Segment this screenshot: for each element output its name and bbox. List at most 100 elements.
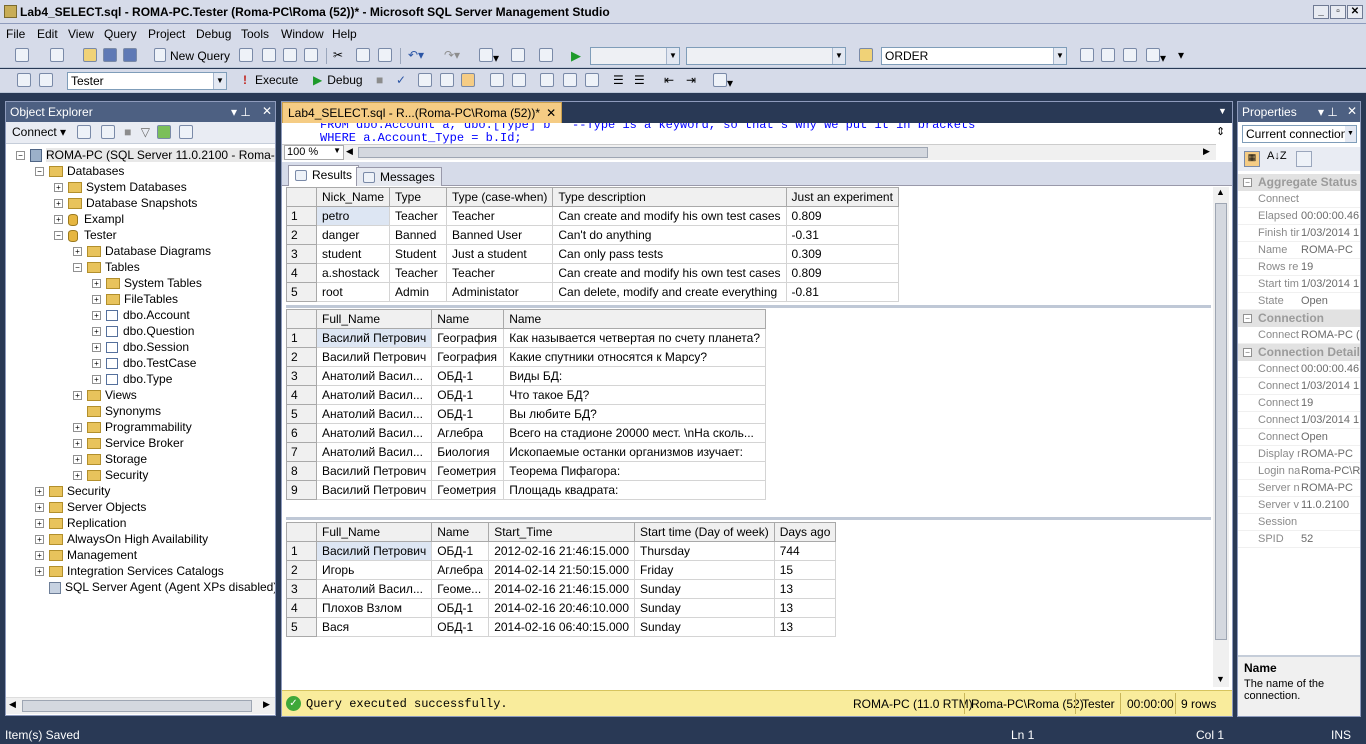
table-cell[interactable]: Teacher: [389, 263, 448, 283]
decrease-indent-icon[interactable]: ⇤: [664, 73, 674, 89]
table-cell[interactable]: root: [315, 282, 391, 302]
table-cell[interactable]: Teacher: [389, 206, 448, 226]
row-number[interactable]: 2: [286, 225, 317, 245]
expand-icon[interactable]: +: [35, 551, 44, 561]
property-row[interactable]: Connect 19: [1238, 395, 1360, 412]
find-combo[interactable]: ORDER ▼: [881, 47, 1067, 65]
table-cell[interactable]: Василий Петрович: [315, 461, 433, 481]
paste-icon[interactable]: [378, 48, 392, 64]
table-cell[interactable]: 13: [773, 579, 837, 599]
stop-icon[interactable]: ■: [124, 125, 131, 139]
solution-platform-combo[interactable]: ▼: [686, 47, 846, 65]
table-row[interactable]: 1 Василий Петрович ОБД-1 2012-02-16 21:46:1…: [286, 541, 837, 561]
open-file-icon[interactable]: [83, 48, 97, 64]
table-cell[interactable]: Анатолий Васил...: [315, 423, 433, 443]
expand-icon[interactable]: +: [92, 375, 101, 385]
expand-icon[interactable]: +: [35, 519, 44, 529]
table-cell[interactable]: -0.31: [785, 225, 899, 245]
row-number[interactable]: 8: [286, 461, 317, 481]
row-number-header[interactable]: [286, 522, 317, 542]
property-row[interactable]: Connect 00:00:00.46: [1238, 361, 1360, 378]
menu-tools[interactable]: Tools: [241, 27, 269, 41]
row-number[interactable]: 4: [286, 263, 317, 283]
menu-window[interactable]: Window: [281, 27, 324, 41]
tree-node[interactable]: + AlwaysOn High Availability: [35, 531, 208, 547]
table-cell[interactable]: ОБД-1: [431, 366, 505, 386]
table-cell[interactable]: Аглебра: [431, 423, 505, 443]
table-cell[interactable]: Вы любите БД?: [503, 404, 766, 424]
table-cell[interactable]: Can create and modify his own test cases: [552, 263, 787, 283]
column-header[interactable]: Start_Time: [488, 522, 635, 542]
row-number[interactable]: 1: [286, 328, 317, 348]
expand-icon[interactable]: +: [35, 535, 44, 545]
column-header[interactable]: Type (case-when): [446, 187, 554, 207]
table-cell[interactable]: 13: [773, 617, 837, 637]
table-cell[interactable]: Геоме...: [431, 579, 490, 599]
expand-icon[interactable]: +: [73, 247, 82, 257]
table-row[interactable]: 3 Анатолий Васил... Геоме... 2014-02-16 21:…: [286, 579, 837, 599]
registered-servers-icon[interactable]: [1080, 48, 1094, 64]
table-cell[interactable]: Can delete, modify and create everything: [552, 282, 787, 302]
table-cell[interactable]: Василий Петрович: [315, 347, 433, 367]
row-number[interactable]: 3: [286, 366, 317, 386]
table-cell[interactable]: 0.309: [785, 244, 899, 264]
table-cell[interactable]: petro: [315, 206, 391, 226]
property-row[interactable]: State Open: [1238, 293, 1360, 310]
row-number[interactable]: 2: [286, 560, 317, 580]
table-cell[interactable]: ОБД-1: [431, 617, 490, 637]
menu-view[interactable]: View: [68, 27, 94, 41]
row-number[interactable]: 7: [286, 442, 317, 462]
table-cell[interactable]: Анатолий Васил...: [315, 385, 433, 405]
table-cell[interactable]: 0.809: [785, 263, 899, 283]
document-tab[interactable]: Lab4_SELECT.sql - R...(Roma-PC\Roma (52)…: [282, 102, 563, 123]
table-row[interactable]: 8 Василий Петрович Геометрия Теорема Пифаго…: [286, 461, 766, 481]
table-cell[interactable]: Admin: [389, 282, 448, 302]
table-cell[interactable]: Всего на стадионе 20000 мест. \nНа сколь…: [503, 423, 766, 443]
expand-icon[interactable]: +: [73, 439, 82, 449]
column-header[interactable]: Full_Name: [315, 309, 433, 329]
close-button[interactable]: ✕: [1347, 5, 1363, 19]
results-to-file-icon[interactable]: [512, 73, 526, 89]
table-cell[interactable]: Teacher: [446, 263, 554, 283]
collapse-icon[interactable]: −: [1243, 178, 1252, 187]
tree-node[interactable]: − Databases: [35, 163, 124, 179]
column-header[interactable]: Name: [503, 309, 766, 329]
table-cell[interactable]: Administator: [446, 282, 554, 302]
refresh-icon[interactable]: [157, 125, 172, 139]
table-cell[interactable]: Плохов Взлом: [315, 598, 433, 618]
tree-node[interactable]: + dbo.Type: [92, 371, 172, 387]
table-row[interactable]: 9 Василий Петрович Геометрия Площадь квадра…: [286, 480, 766, 500]
navigate-back-icon[interactable]: ▾: [479, 48, 499, 65]
collapse-icon[interactable]: −: [35, 167, 44, 177]
comment-icon[interactable]: ☰: [613, 73, 624, 89]
properties-pin-icon[interactable]: ▾ ⊥: [1318, 105, 1338, 119]
table-cell[interactable]: Виды БД:: [503, 366, 766, 386]
expand-icon[interactable]: +: [35, 487, 44, 497]
table-cell[interactable]: 2014-02-16 21:46:15.000: [488, 579, 635, 599]
row-number-header[interactable]: [286, 309, 317, 329]
table-cell[interactable]: Can create and modify his own test cases: [552, 206, 787, 226]
object-selector[interactable]: Current connection ▼: [1242, 125, 1357, 143]
undo-icon[interactable]: ↶▾: [408, 48, 424, 64]
expand-icon[interactable]: +: [54, 199, 63, 209]
results-to-text-icon[interactable]: [490, 73, 504, 89]
code-scroll-left[interactable]: ◀: [346, 146, 353, 157]
property-row[interactable]: Name ROMA-PC: [1238, 242, 1360, 259]
save-all-icon[interactable]: [123, 48, 137, 64]
menu-project[interactable]: Project: [148, 27, 185, 41]
property-row[interactable]: Rows re 19: [1238, 259, 1360, 276]
copy-icon[interactable]: [356, 48, 370, 64]
table-row[interactable]: 5 Анатолий Васил... ОБД-1 Вы любите БД?: [286, 404, 766, 424]
property-row[interactable]: SPID 52: [1238, 531, 1360, 548]
table-row[interactable]: 7 Анатолий Васил... Биология Ископаемые ост…: [286, 442, 766, 462]
table-row[interactable]: 4 Анатолий Васил... ОБД-1 Что такое БД?: [286, 385, 766, 405]
tree-node[interactable]: + Service Broker: [73, 435, 184, 451]
display-plan-icon[interactable]: [418, 73, 432, 89]
table-row[interactable]: 2 danger Banned Banned User Can't do anythin…: [286, 225, 899, 245]
expand-icon[interactable]: +: [92, 279, 101, 289]
table-cell[interactable]: Can only pass tests: [552, 244, 787, 264]
property-row[interactable]: Elapsed 00:00:00.46: [1238, 208, 1360, 225]
property-category[interactable]: − Connection Details: [1238, 344, 1360, 361]
table-cell[interactable]: Теорема Пифагора:: [503, 461, 766, 481]
connect-oe-icon[interactable]: [77, 125, 92, 139]
